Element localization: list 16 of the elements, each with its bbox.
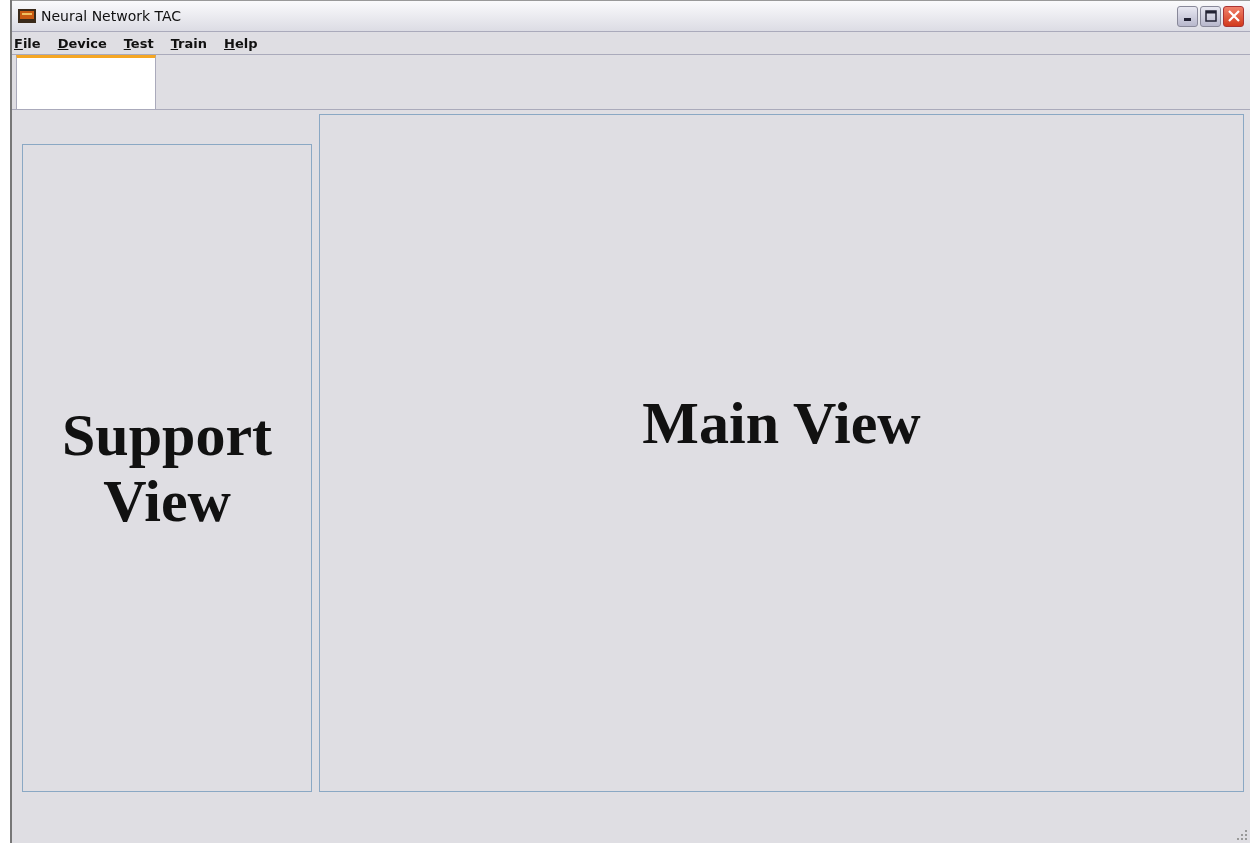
- minimize-icon: [1184, 18, 1191, 21]
- menu-item[interactable]: Help: [224, 35, 258, 51]
- app-icon: [18, 9, 36, 23]
- menu-item[interactable]: Train: [170, 35, 207, 51]
- support-view-label: Support View: [60, 402, 274, 534]
- resize-grip-icon: [1236, 829, 1248, 841]
- minimize-button[interactable]: [1177, 5, 1198, 27]
- menu-item[interactable]: File: [14, 35, 41, 51]
- window-title: Neural Network TAC: [41, 8, 182, 24]
- maximize-button[interactable]: [1200, 5, 1221, 27]
- menu-item[interactable]: Device: [57, 35, 107, 51]
- menu-item[interactable]: Test: [123, 35, 154, 51]
- main-view-label: Main View: [642, 390, 921, 456]
- close-button[interactable]: [1223, 5, 1244, 27]
- maximize-icon: [1204, 10, 1217, 22]
- close-icon: [1227, 10, 1240, 22]
